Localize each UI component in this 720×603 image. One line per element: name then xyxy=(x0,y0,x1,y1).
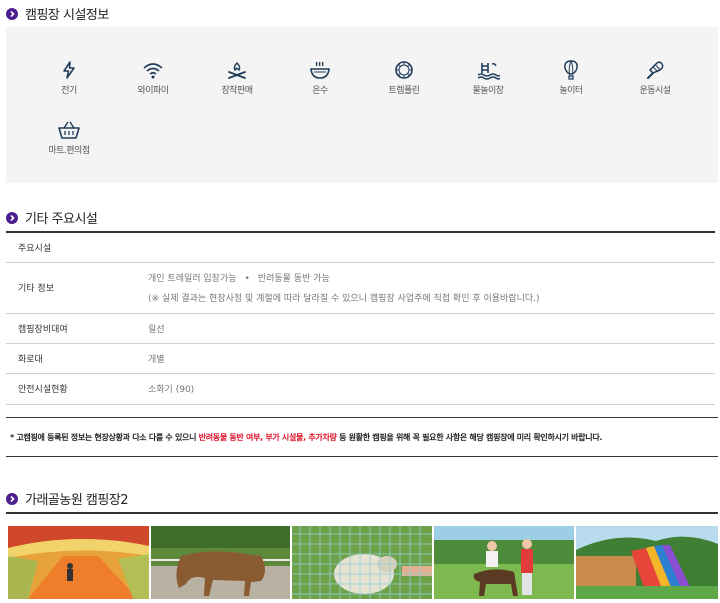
table-row: 화로대 개별 xyxy=(6,343,715,374)
horse-photo[interactable] xyxy=(151,526,290,599)
facility-sports: 운동시설 xyxy=(620,60,690,96)
water-slide-photo[interactable] xyxy=(576,526,718,599)
safety-value: 소화기 (90) xyxy=(148,373,715,405)
table-row: 안전시설현황 소화기 (90) xyxy=(6,373,715,405)
other-title: 기타 주요시설 xyxy=(25,212,98,227)
facility-electricity: 전기 xyxy=(34,60,104,96)
other-info-note: (※ 실제 결과는 현장사정 및 계절에 따라 달라질 수 있으니 캠핑장 사업… xyxy=(148,294,540,304)
pets-allowed-text: 반려동물 동반 가능 xyxy=(257,274,330,284)
tunnel-slide-photo[interactable] xyxy=(8,526,149,599)
facility-pool: 물놀이장 xyxy=(453,60,523,96)
gallery-title: 가래골농원 캠핑장2 xyxy=(25,493,129,508)
lightning-icon xyxy=(34,60,104,80)
facility-label: 마트.편의점 xyxy=(48,146,90,156)
notice-box: * 고캠핑에 등록된 정보는 현장상황과 다소 다를 수 있으니 반려동물 동반… xyxy=(6,417,718,457)
trampoline-icon xyxy=(369,60,439,80)
facility-label: 운동시설 xyxy=(639,86,671,96)
chevron-right-icon xyxy=(6,211,18,224)
sheep-feeding-photo[interactable] xyxy=(292,526,432,599)
facility-firewood: 장작판매 xyxy=(202,60,272,96)
balloon-icon xyxy=(536,60,606,80)
notice-highlight: 반려동물 동반 여부, 부가 시설물, 추가차량 xyxy=(198,433,337,442)
facility-mart: 마트.편의점 xyxy=(34,120,104,156)
main-facilities-value xyxy=(148,232,715,263)
facility-playground: 놀이터 xyxy=(536,60,606,96)
fire-pit-label: 화로대 xyxy=(6,343,148,374)
trailer-allowed-text: 개인 트레일러 입장가능 xyxy=(148,274,237,284)
main-facilities-label: 주요시설 xyxy=(6,232,148,263)
table-row: 주요시설 xyxy=(6,232,715,263)
other-info-label: 기타 정보 xyxy=(6,262,148,314)
other-section-header: 기타 주요시설 xyxy=(6,208,98,227)
table-row: 기타 정보 개인 트레일러 입장가능 • 반려동물 동반 가능 (※ 실제 결과는 … xyxy=(6,262,715,314)
badminton-icon xyxy=(620,60,690,80)
facility-label: 물놀이장 xyxy=(472,86,504,96)
facility-label: 와이파이 xyxy=(137,86,169,96)
notice-prefix: * 고캠핑에 등록된 정보는 현장상황과 다소 다를 수 있으니 xyxy=(10,433,199,442)
gallery-divider xyxy=(6,512,718,514)
other-info-value: 개인 트레일러 입장가능 • 반려동물 동반 가능 (※ 실제 결과는 현장사정 및… xyxy=(148,262,715,314)
basket-icon xyxy=(34,120,104,140)
chevron-right-icon xyxy=(6,492,18,505)
info-table: 주요시설 기타 정보 개인 트레일러 입장가능 • 반려동물 동반 가능 (※ 실제… xyxy=(6,231,715,405)
facility-hot-water: 온수 xyxy=(285,60,355,96)
safety-label: 안전시설현황 xyxy=(6,373,148,405)
facility-label: 트렘폴린 xyxy=(388,86,420,96)
wifi-icon xyxy=(118,60,188,80)
pony-ride-photo[interactable] xyxy=(434,526,574,599)
rental-value: 릴선 xyxy=(148,313,715,344)
notice-suffix: 등 원활한 캠핑을 위해 꼭 필요한 사항은 해당 캠핑장에 미리 확인하시기 … xyxy=(336,433,603,442)
separator-dot: • xyxy=(244,274,250,284)
chevron-right-icon xyxy=(6,7,18,20)
rental-label: 캠핑장비대여 xyxy=(6,313,148,344)
facilities-title: 캠핑장 시설정보 xyxy=(25,8,109,23)
facility-wifi: 와이파이 xyxy=(118,60,188,96)
fire-pit-value: 개별 xyxy=(148,343,715,374)
gallery-section-header: 가래골농원 캠핑장2 xyxy=(6,489,129,508)
facility-label: 장작판매 xyxy=(221,86,253,96)
facility-trampoline: 트렘폴린 xyxy=(369,60,439,96)
facility-label: 전기 xyxy=(61,86,77,96)
campfire-icon xyxy=(202,60,272,80)
hot-water-icon xyxy=(285,60,355,80)
facilities-section-header: 캠핑장 시설정보 xyxy=(6,4,109,23)
facilities-panel: 전기 와이파이 장작판매 온수 트렘폴린 물놀이장 놀이터 운동시설 마트.편의… xyxy=(6,27,718,183)
facility-label: 온수 xyxy=(312,86,328,96)
table-row: 캠핑장비대여 릴선 xyxy=(6,313,715,344)
pool-icon xyxy=(453,60,523,80)
facility-label: 놀이터 xyxy=(559,86,583,96)
